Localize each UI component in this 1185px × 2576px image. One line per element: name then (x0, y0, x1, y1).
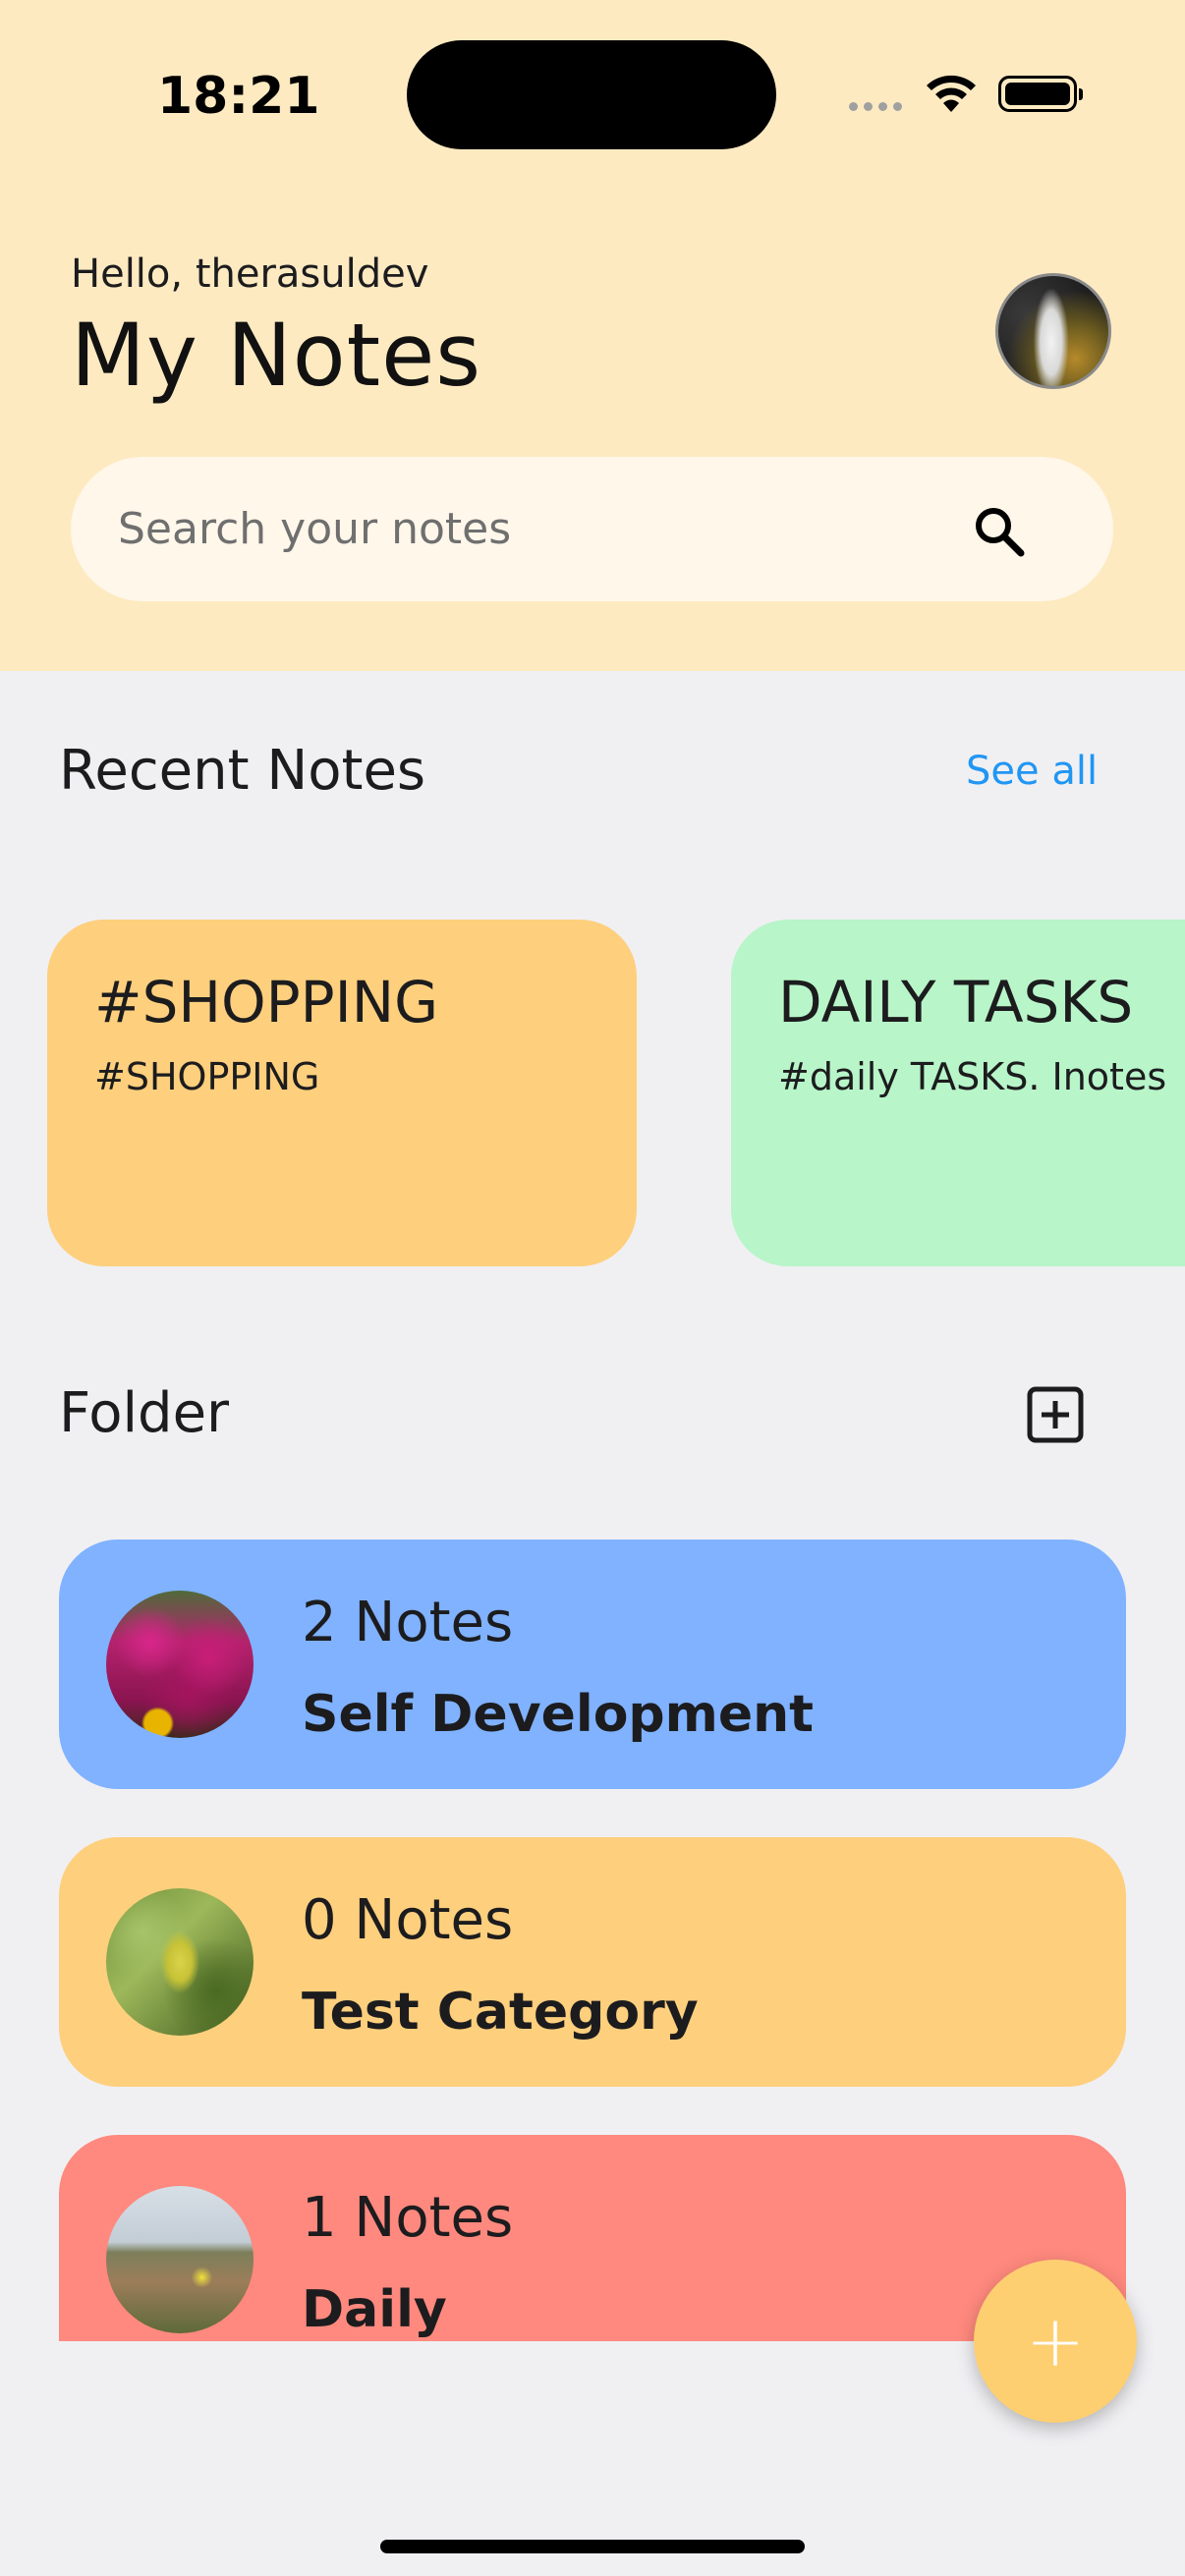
folder-name: Test Category (302, 1983, 699, 2042)
page-title: My Notes (71, 305, 482, 406)
note-card[interactable]: DAILY TASKS #daily TASKS. Inotes (731, 920, 1185, 1266)
folder-thumbnail (106, 2186, 254, 2333)
note-preview: #SHOPPING (94, 1055, 320, 1098)
note-card[interactable]: #SHOPPING #SHOPPING (47, 920, 637, 1266)
folder-note-count: 0 Notes (302, 1888, 514, 1952)
add-box-icon[interactable] (1026, 1385, 1085, 1444)
note-title: #SHOPPING (94, 969, 439, 1036)
folder-item[interactable]: 1 Notes Daily (59, 2135, 1126, 2341)
greeting: Hello, therasuldev (71, 252, 429, 297)
folder-thumbnail (106, 1888, 254, 2036)
recent-notes-title: Recent Notes (59, 739, 426, 803)
add-note-button[interactable]: + (974, 2260, 1137, 2423)
dynamic-island (407, 40, 776, 149)
folder-section-title: Folder (59, 1381, 230, 1445)
see-all-link[interactable]: See all (966, 749, 1098, 794)
plus-icon: + (1025, 2300, 1086, 2382)
home-indicator (380, 2540, 805, 2553)
folder-item[interactable]: 0 Notes Test Category (59, 1837, 1126, 2087)
folder-item[interactable]: 2 Notes Self Development (59, 1540, 1126, 1789)
battery-icon (998, 76, 1083, 112)
search-icon[interactable] (972, 504, 1027, 559)
folder-thumbnail (106, 1591, 254, 1738)
search-input[interactable]: Search your notes (118, 504, 511, 554)
folder-name: Daily (302, 2280, 447, 2339)
profile-avatar[interactable] (995, 273, 1111, 389)
wifi-icon (927, 75, 976, 112)
folder-name: Self Development (302, 1685, 814, 1744)
status-time: 18:21 (157, 67, 320, 126)
search-bar[interactable]: Search your notes (71, 457, 1113, 601)
folder-note-count: 2 Notes (302, 1591, 514, 1654)
cellular-signal-icon (849, 102, 902, 111)
folder-note-count: 1 Notes (302, 2186, 514, 2250)
note-preview: #daily TASKS. Inotes (778, 1055, 1167, 1098)
note-title: DAILY TASKS (778, 969, 1134, 1036)
header: 18:21 Hello, therasuldev My Notes Search… (0, 0, 1185, 671)
